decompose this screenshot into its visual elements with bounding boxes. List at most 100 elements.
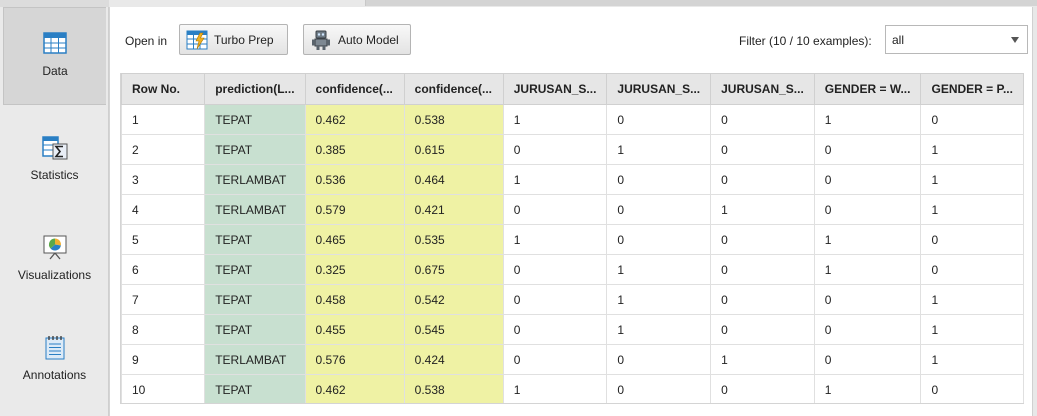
- table-cell: 0: [502, 254, 608, 285]
- table-row: 10 TEPAT 0.462 0.538 1 0 0 1 0: [121, 374, 1024, 403]
- table-cell: 0: [813, 344, 922, 375]
- table-cell: 1: [606, 314, 712, 345]
- column-header-0[interactable]: Row No.: [121, 73, 206, 105]
- table-cell: 0.535: [403, 224, 504, 255]
- table-cell: 0: [606, 374, 712, 403]
- column-header-8[interactable]: GENDER = P...: [920, 73, 1024, 105]
- statistics-sigma-icon: [41, 136, 67, 160]
- table-cell: 1: [920, 194, 1024, 225]
- table-cell: 0.536: [304, 164, 405, 195]
- table-cell: 1: [710, 344, 815, 375]
- sidebar-item-data[interactable]: Data: [3, 7, 106, 105]
- table-cell: 1: [502, 374, 608, 403]
- table-cell: 0.424: [403, 344, 504, 375]
- table-cell: 3: [121, 164, 206, 195]
- view-sidebar: Data Statistics Visualizations Annotatio…: [0, 7, 109, 416]
- filter-dropdown[interactable]: all: [885, 25, 1028, 54]
- table-cell: 0: [606, 164, 712, 195]
- table-cell: 0.385: [304, 134, 405, 165]
- table-cell: 1: [813, 104, 922, 135]
- data-view-panel: Open in Turbo Prep Auto Model Filter (10…: [109, 7, 1034, 416]
- table-cell: 2: [121, 134, 206, 165]
- table-cell: 0: [710, 224, 815, 255]
- table-cell: 1: [502, 224, 608, 255]
- table-cell: 0.462: [304, 104, 405, 135]
- table-row: 6 TEPAT 0.325 0.675 0 1 0 1 0: [121, 254, 1024, 285]
- data-table-icon: [43, 32, 67, 54]
- column-header-1[interactable]: prediction(L...: [204, 73, 306, 105]
- table-cell: 1: [606, 254, 712, 285]
- sidebar-item-visualizations[interactable]: Visualizations: [3, 212, 106, 310]
- table-cell: 0.542: [403, 284, 504, 315]
- table-cell: 5: [121, 224, 206, 255]
- table-row: 2 TEPAT 0.385 0.615 0 1 0 0 1: [121, 134, 1024, 165]
- open-in-label: Open in: [125, 34, 168, 48]
- table-cell: 0.675: [403, 254, 504, 285]
- vertical-scrollbar[interactable]: [1032, 7, 1037, 416]
- sidebar-item-label: Visualizations: [17, 268, 92, 282]
- column-header-3[interactable]: confidence(...: [403, 73, 504, 105]
- table-cell: 1: [606, 284, 712, 315]
- table-cell: 1: [502, 104, 608, 135]
- table-cell: 0.538: [403, 104, 504, 135]
- table-cell: 0: [710, 374, 815, 403]
- table-cell: TEPAT: [204, 284, 306, 315]
- filter-selected-value: all: [892, 32, 905, 47]
- turbo-prep-button[interactable]: Turbo Prep: [179, 24, 288, 55]
- table-cell: TERLAMBAT: [204, 194, 306, 225]
- table-cell: 1: [920, 344, 1024, 375]
- table-cell: 0.579: [304, 194, 405, 225]
- table-cell: 0: [710, 254, 815, 285]
- column-header-5[interactable]: JURUSAN_S...: [606, 73, 712, 105]
- table-cell: 1: [121, 104, 206, 135]
- table-cell: 6: [121, 254, 206, 285]
- table-cell: TEPAT: [204, 134, 306, 165]
- table-cell: 0: [813, 164, 922, 195]
- table-cell: 1: [813, 374, 922, 403]
- column-header-4[interactable]: JURUSAN_S...: [502, 73, 608, 105]
- column-header-7[interactable]: GENDER = W...: [813, 73, 922, 105]
- table-cell: 1: [502, 164, 608, 195]
- table-cell: 0.576: [304, 344, 405, 375]
- sidebar-item-statistics[interactable]: Statistics: [3, 112, 106, 210]
- tab-edge: [0, 0, 109, 7]
- table-cell: 0: [502, 194, 608, 225]
- auto-model-label: Auto Model: [338, 32, 399, 47]
- table-cell: TEPAT: [204, 104, 306, 135]
- table-cell: 0: [606, 224, 712, 255]
- table-cell: 0: [502, 284, 608, 315]
- filter-label: Filter (10 / 10 examples):: [739, 34, 872, 48]
- table-cell: 0: [710, 164, 815, 195]
- results-tab-bar[interactable]: [365, 0, 1037, 6]
- sidebar-item-label: Statistics: [30, 168, 79, 182]
- table-cell: 0: [710, 134, 815, 165]
- table-cell: 0: [606, 194, 712, 225]
- table-cell: 0.545: [403, 314, 504, 345]
- table-cell: 0: [710, 314, 815, 345]
- table-cell: 0: [920, 104, 1024, 135]
- table-row: 9 TERLAMBAT 0.576 0.424 0 0 1 0 1: [121, 344, 1024, 375]
- table-cell: 0.421: [403, 194, 504, 225]
- visualizations-chart-icon: [43, 235, 66, 260]
- table-cell: 0.538: [403, 374, 504, 403]
- table-cell: TEPAT: [204, 254, 306, 285]
- turbo-prep-label: Turbo Prep: [214, 32, 274, 47]
- table-cell: 0: [813, 134, 922, 165]
- table-cell: 10: [121, 374, 206, 403]
- table-cell: 1: [920, 284, 1024, 315]
- table-cell: TERLAMBAT: [204, 344, 306, 375]
- table-row: 7 TEPAT 0.458 0.542 0 1 0 0 1: [121, 284, 1024, 315]
- table-cell: 4: [121, 194, 206, 225]
- table-cell: 0: [502, 344, 608, 375]
- table-row: 3 TERLAMBAT 0.536 0.464 1 0 0 0 1: [121, 164, 1024, 195]
- table-cell: TERLAMBAT: [204, 164, 306, 195]
- column-header-6[interactable]: JURUSAN_S...: [710, 73, 815, 105]
- chevron-down-icon: [1011, 37, 1019, 43]
- column-header-2[interactable]: confidence(...: [304, 73, 405, 105]
- auto-model-button[interactable]: Auto Model: [303, 24, 411, 55]
- sidebar-item-annotations[interactable]: Annotations: [3, 312, 106, 410]
- table-cell: 0.325: [304, 254, 405, 285]
- table-row: 8 TEPAT 0.455 0.545 0 1 0 0 1: [121, 314, 1024, 345]
- table-row: 5 TEPAT 0.465 0.535 1 0 0 1 0: [121, 224, 1024, 255]
- table-cell: 0: [813, 284, 922, 315]
